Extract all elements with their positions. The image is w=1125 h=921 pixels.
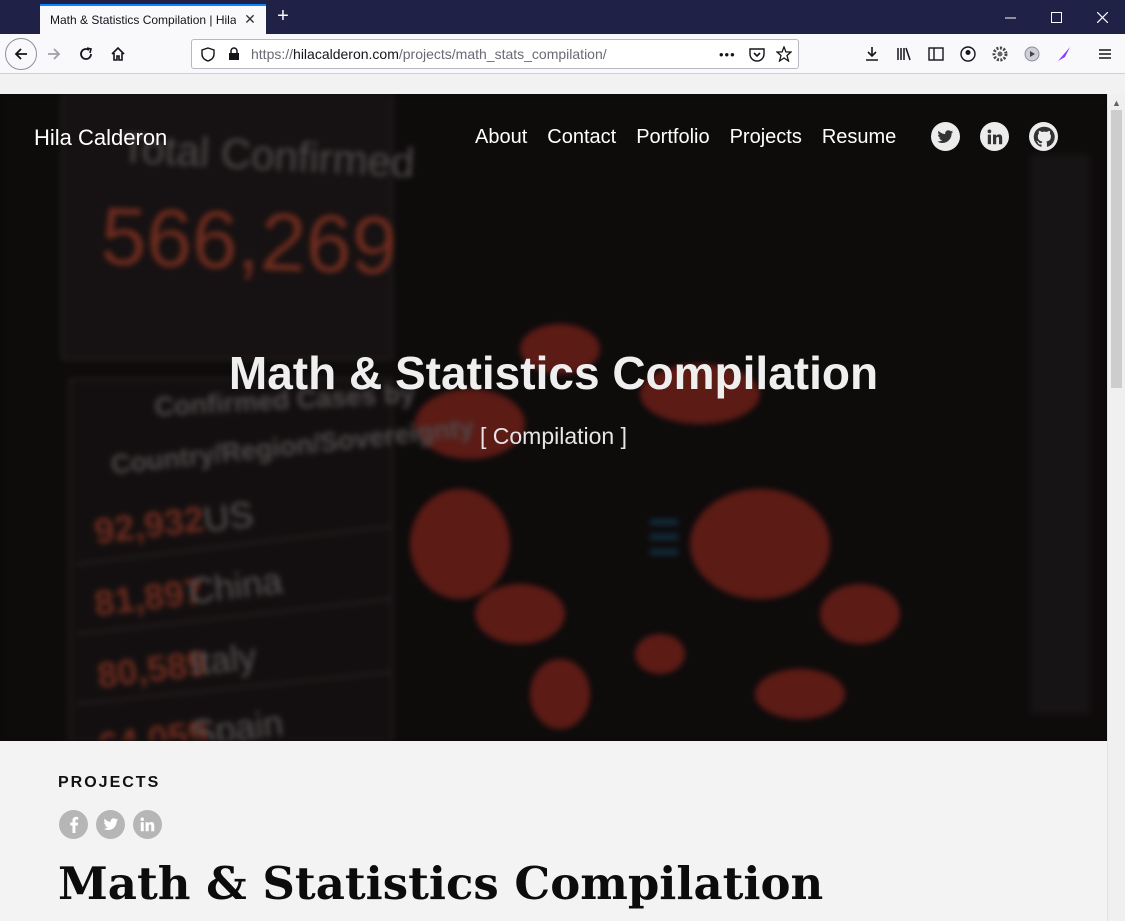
hero-overlay (0, 94, 1107, 741)
arrow-left-icon (14, 48, 27, 60)
github-link[interactable] (1029, 122, 1058, 151)
nav-portfolio[interactable]: Portfolio (636, 126, 709, 149)
back-button[interactable] (5, 38, 37, 70)
scroll-up-arrow-icon[interactable]: ▲ (1112, 98, 1121, 108)
home-button[interactable] (104, 40, 132, 68)
tab-title: Math & Statistics Compilation | Hila Cal… (50, 13, 236, 27)
page-actions-icon[interactable]: ••• (719, 47, 736, 62)
page-scrollbar[interactable]: ▲ (1107, 94, 1125, 921)
twitter-link[interactable] (931, 122, 960, 151)
url-path: /projects/math_stats_compilation/ (398, 46, 607, 62)
linkedin-icon (987, 129, 1002, 144)
reload-icon (80, 47, 92, 60)
library-button[interactable] (890, 40, 918, 68)
share-twitter-button[interactable] (96, 810, 125, 839)
home-icon (111, 46, 125, 61)
url-scheme: https:// (251, 46, 294, 62)
nav-about[interactable]: About (475, 126, 527, 149)
download-icon (866, 47, 878, 61)
downloads-button[interactable] (858, 40, 886, 68)
maximize-icon (1050, 11, 1062, 23)
nav-resume[interactable]: Resume (822, 126, 896, 149)
extension-media-button[interactable] (1018, 40, 1046, 68)
hero-section: Total Confirmed 566,269 Confirmed Cases … (0, 94, 1107, 741)
facebook-icon (69, 816, 78, 833)
address-bar[interactable]: https://hilacalderon.com/projects/math_s… (191, 39, 799, 69)
linkedin-icon (140, 817, 155, 832)
quill-icon (1058, 47, 1070, 61)
library-icon (897, 47, 911, 61)
section-label: PROJECTS (58, 774, 161, 791)
app-menu-button[interactable] (1091, 40, 1119, 68)
linkedin-link[interactable] (980, 122, 1009, 151)
nav-contact[interactable]: Contact (547, 126, 616, 149)
twitter-icon (103, 818, 118, 831)
hero-title: Math & Statistics Compilation (228, 347, 879, 399)
gear-icon (992, 46, 1008, 62)
pocket-icon[interactable] (749, 47, 765, 62)
web-page: Total Confirmed 566,269 Confirmed Cases … (0, 94, 1107, 921)
account-button[interactable] (954, 40, 982, 68)
close-icon (1096, 11, 1108, 23)
hamburger-icon (1099, 49, 1111, 59)
github-icon (1030, 123, 1057, 150)
account-icon (960, 46, 976, 62)
hero-subtitle: [ Compilation ] (479, 423, 627, 449)
share-linkedin-button[interactable] (133, 810, 162, 839)
nav-projects[interactable]: Projects (730, 126, 802, 149)
lock-icon[interactable] (228, 47, 240, 61)
minimize-button[interactable] (987, 0, 1033, 34)
site-brand-link[interactable]: Hila Calderon (34, 125, 167, 151)
forward-button[interactable] (40, 40, 68, 68)
maximize-button[interactable] (1033, 0, 1079, 34)
extension-gear-button[interactable] (986, 40, 1014, 68)
site-nav: About Contact Portfolio Projects Resume (475, 126, 916, 149)
share-facebook-button[interactable] (59, 810, 88, 839)
tracking-shield-icon[interactable] (201, 46, 215, 62)
browser-tab[interactable]: Math & Statistics Compilation | Hila Cal… (40, 4, 266, 34)
sidebar-icon (928, 47, 944, 61)
browser-tab-strip: Math & Statistics Compilation | Hila Cal… (0, 0, 1125, 34)
project-content: PROJECTS Math & Statistics Compilation (0, 741, 1107, 921)
bookmark-star-icon[interactable] (776, 46, 792, 62)
twitter-icon (937, 129, 954, 143)
post-title: Math & Statistics Compilation (58, 857, 824, 910)
url-text[interactable]: https://hilacalderon.com/projects/math_s… (251, 46, 607, 62)
url-host: hilacalderon.com (293, 46, 399, 62)
new-tab-button[interactable]: + (272, 5, 294, 27)
close-window-button[interactable] (1079, 0, 1125, 34)
browser-toolbar: https://hilacalderon.com/projects/math_s… (0, 34, 1125, 74)
sidebar-button[interactable] (922, 40, 950, 68)
reload-button[interactable] (72, 40, 100, 68)
scrollbar-thumb[interactable] (1111, 110, 1122, 388)
play-circle-icon (1024, 46, 1040, 62)
arrow-right-icon (48, 48, 61, 60)
minimize-icon (1004, 17, 1016, 18)
extension-quill-button[interactable] (1050, 40, 1078, 68)
close-tab-icon[interactable]: ✕ (242, 11, 258, 27)
